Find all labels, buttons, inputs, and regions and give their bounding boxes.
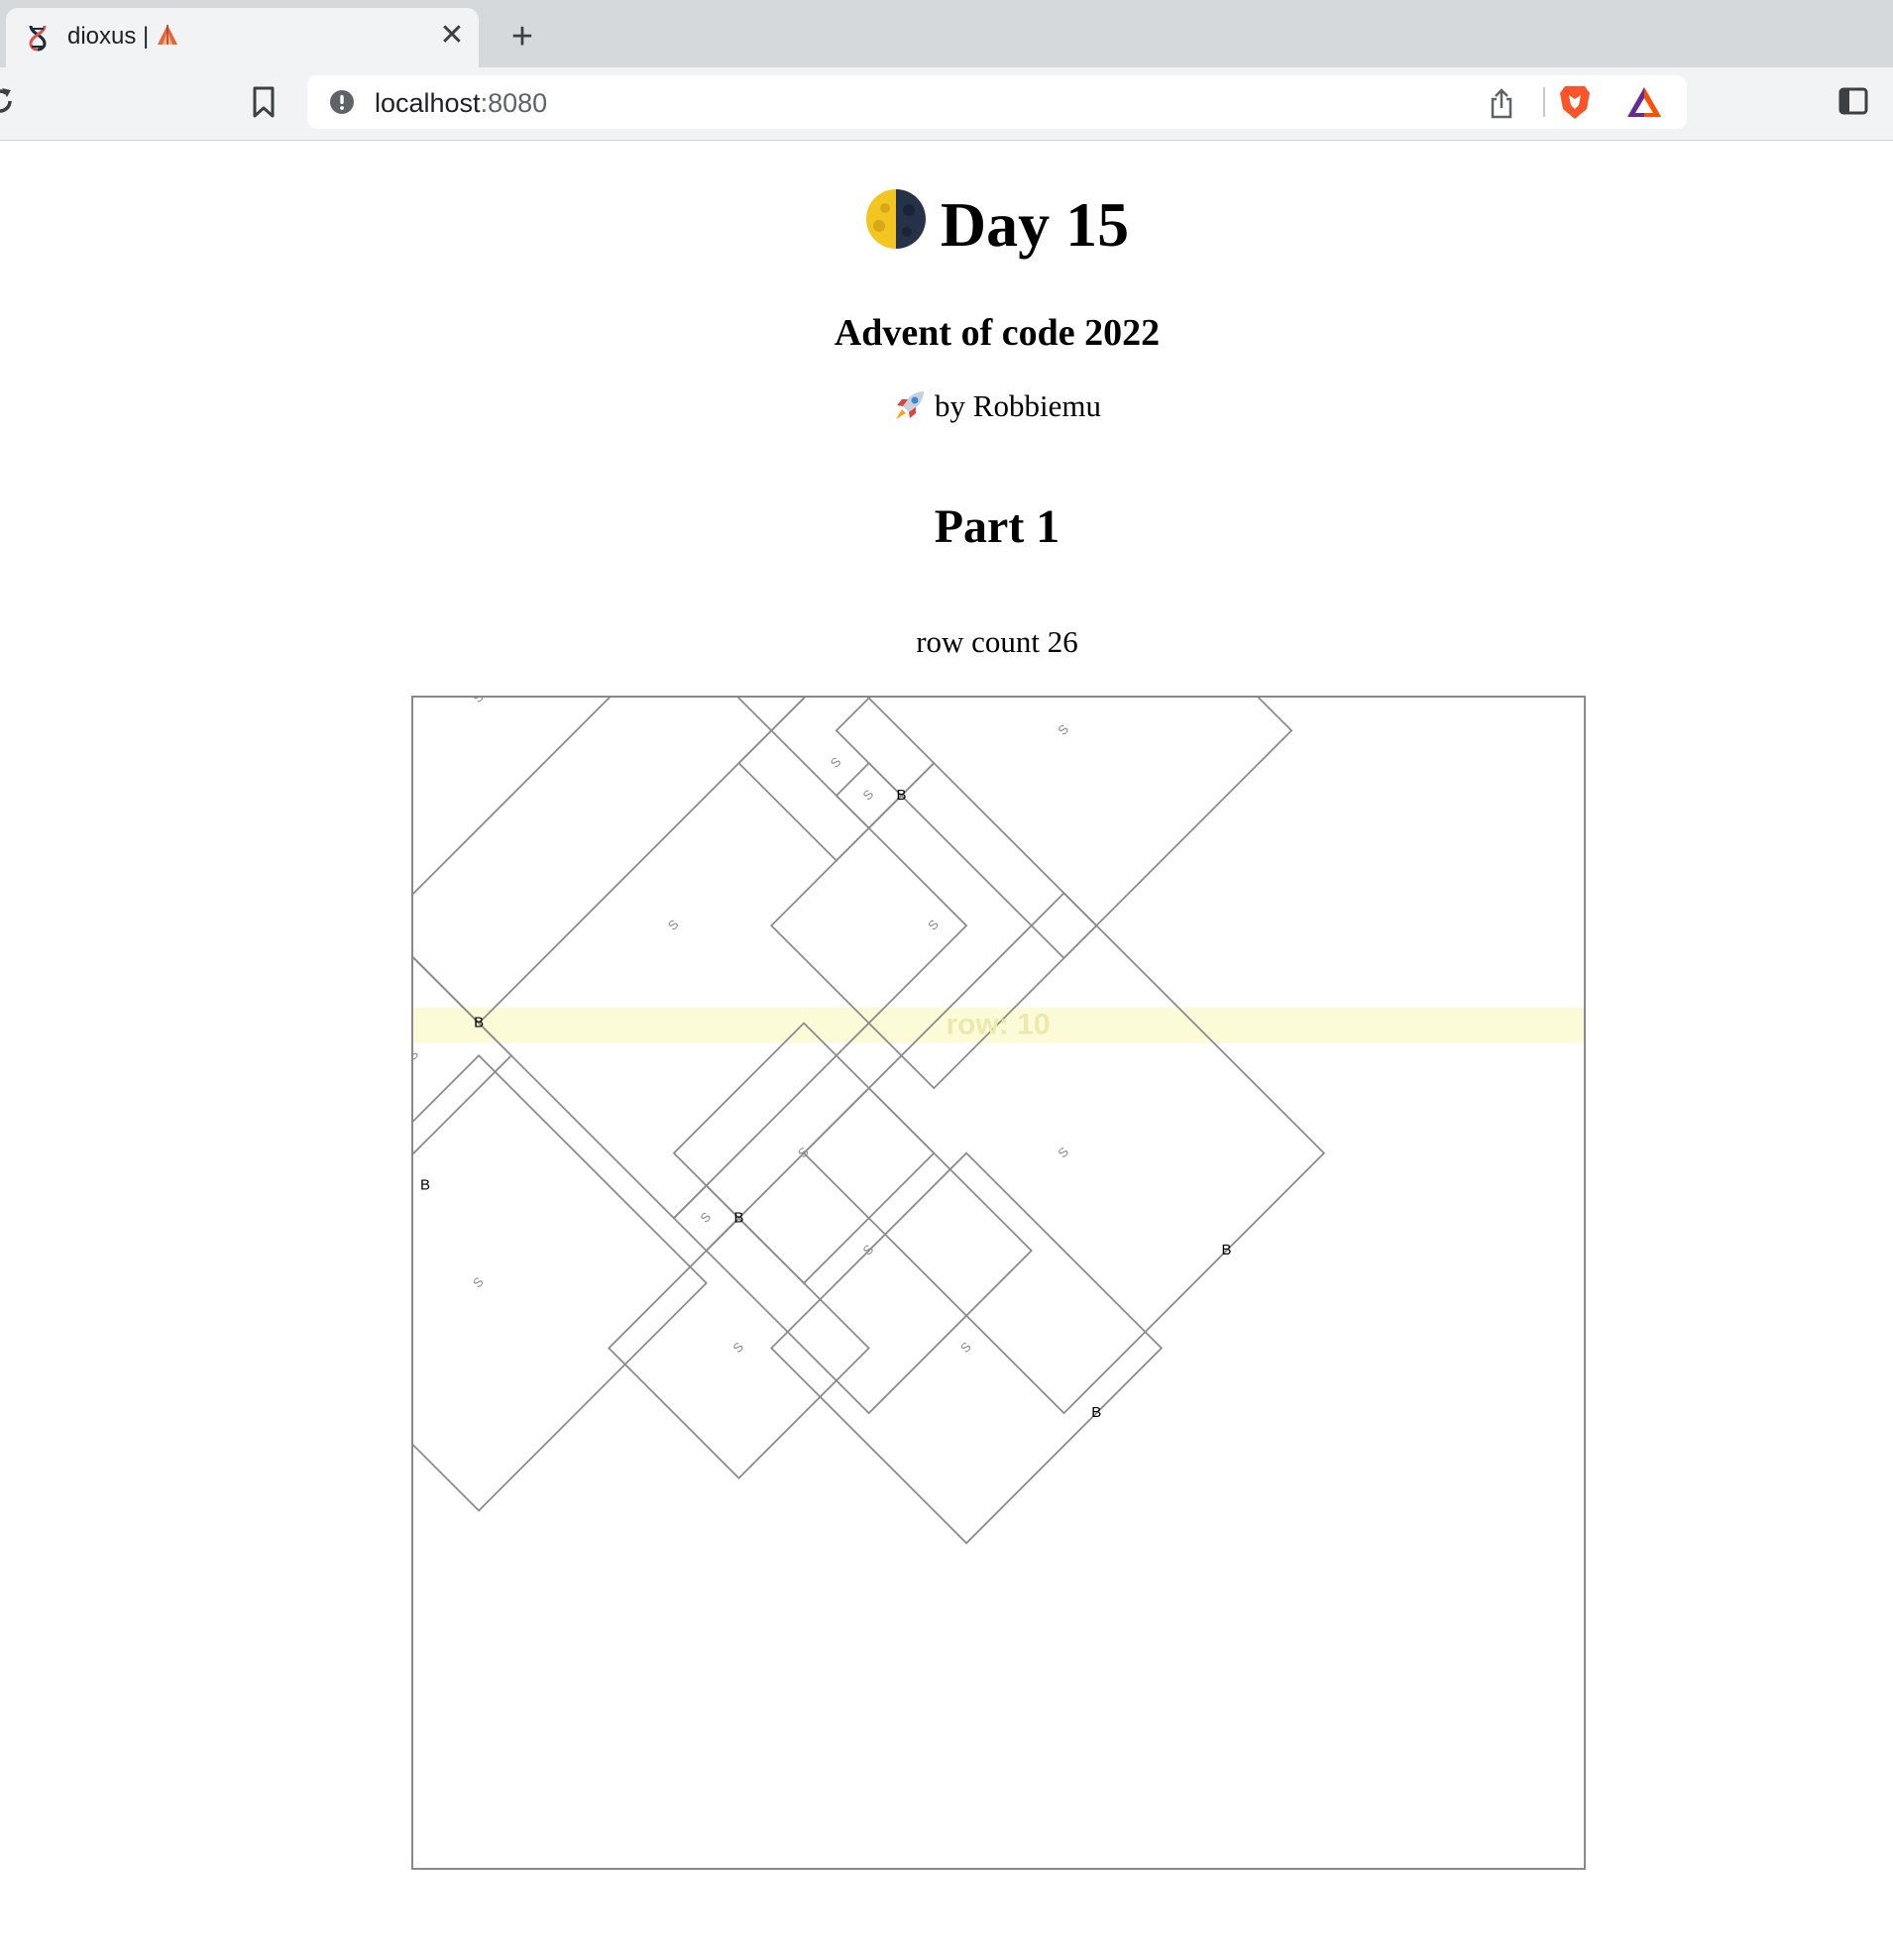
sensor-label: S bbox=[1055, 721, 1071, 738]
beacon-label: B bbox=[733, 1209, 743, 1226]
rocket-icon bbox=[896, 391, 925, 419]
sensor-label: S bbox=[1055, 1143, 1071, 1160]
url-text[interactable]: localhost:8080 bbox=[375, 88, 547, 119]
sensor-range bbox=[737, 698, 936, 862]
sensor-visualization: SSSSSSSSSSSSSSBBBBBBrow: 10 bbox=[411, 696, 1586, 1870]
page-subtitle: Advent of code 2022 bbox=[834, 312, 1161, 354]
beacon-label: B bbox=[474, 1014, 484, 1031]
half-moon-icon bbox=[865, 189, 926, 249]
browser-tab[interactable]: dioxus | ✕ bbox=[6, 8, 479, 67]
sensor-label: S bbox=[957, 1339, 974, 1356]
sensor-label: S bbox=[470, 698, 487, 706]
sensor-range bbox=[413, 1054, 708, 1512]
sensor-label: S bbox=[828, 754, 844, 771]
sensor-label: S bbox=[729, 1339, 746, 1356]
url-port: :8080 bbox=[480, 88, 548, 118]
sensor-canvas: SSSSSSSSSSSSSSBBBBBBrow: 10 bbox=[413, 698, 1584, 1545]
row-label: row: 10 bbox=[946, 1008, 1050, 1040]
sidepanel-icon[interactable] bbox=[1838, 87, 1868, 115]
sensor-label: S bbox=[413, 1046, 421, 1063]
sensor-label: S bbox=[860, 787, 877, 804]
tab-title-text: dioxus | bbox=[67, 23, 156, 50]
sensor-label: S bbox=[925, 917, 942, 933]
beacon-label: B bbox=[420, 1176, 430, 1193]
dna-icon bbox=[29, 25, 47, 52]
sensor-label: S bbox=[698, 1209, 715, 1226]
bookmark-icon[interactable] bbox=[250, 85, 278, 119]
share-icon[interactable] bbox=[1490, 87, 1513, 119]
tab-title: dioxus | bbox=[67, 23, 179, 51]
sensor-label: S bbox=[470, 1274, 487, 1291]
beacon-label: B bbox=[1221, 1242, 1231, 1258]
row-count-text: row count 26 bbox=[916, 624, 1078, 659]
info-icon[interactable] bbox=[329, 89, 355, 115]
page-heading: Day 15 bbox=[0, 188, 1893, 257]
page-title: Day 15 bbox=[940, 189, 1130, 260]
tab-bar: dioxus | ✕ + bbox=[0, 0, 1893, 67]
beacon-label: B bbox=[1091, 1404, 1101, 1421]
beacon-label: B bbox=[896, 787, 906, 804]
toolbar-separator bbox=[1543, 87, 1545, 117]
byline-text: by Robbiemu bbox=[935, 388, 1101, 423]
sensor-range bbox=[413, 698, 968, 1220]
section-heading: Part 1 bbox=[934, 500, 1060, 553]
url-host: localhost bbox=[375, 88, 481, 118]
sensor-label: S bbox=[665, 917, 682, 933]
bat-triangle-icon[interactable] bbox=[1625, 85, 1663, 119]
byline: by Robbiemu bbox=[0, 388, 1893, 424]
warning-tent-icon bbox=[157, 25, 177, 45]
brave-lion-icon[interactable] bbox=[1558, 83, 1592, 121]
address-bar[interactable]: localhost:8080 bbox=[307, 75, 1687, 129]
new-tab-button[interactable]: + bbox=[501, 17, 544, 56]
close-tab-button[interactable]: ✕ bbox=[435, 19, 469, 53]
browser-toolbar: localhost:8080 bbox=[0, 67, 1893, 141]
sensor-range bbox=[413, 956, 513, 1154]
sensor-range bbox=[413, 698, 806, 1025]
sensor-label: S bbox=[860, 1242, 877, 1258]
reload-icon[interactable] bbox=[0, 85, 16, 117]
